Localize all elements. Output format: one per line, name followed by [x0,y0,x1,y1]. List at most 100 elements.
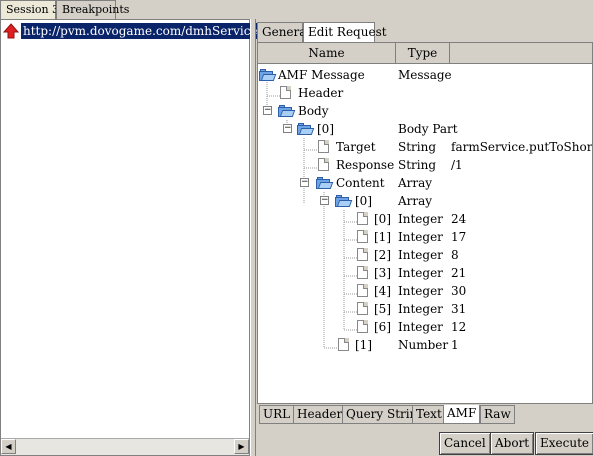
folder-icon [278,105,296,117]
row-value: 1 [451,338,459,352]
row-name: [4] [374,284,391,298]
pane-splitter[interactable] [250,19,256,456]
document-icon [357,284,368,297]
row-name: Header [298,86,344,100]
row-value: 24 [451,212,467,226]
row-name: [1] [355,338,372,352]
document-icon [357,212,368,225]
tab-label: URL [263,407,291,421]
row-name: [5] [374,302,391,316]
tree-row[interactable]: [1] Integer 17 [258,228,592,246]
row-type: Integer [398,212,443,226]
row-name: [3] [374,266,391,280]
tab-label: Text [416,407,442,421]
tab-breakpoints[interactable]: Breakpoints [56,0,129,19]
row-value: 12 [451,320,467,334]
tab-session-3[interactable]: Session 3 * [0,0,68,19]
row-type: Integer [398,266,443,280]
row-type: Number [398,338,449,352]
tree-row[interactable]: [2] Integer 8 [258,246,592,264]
left-arrow-icon[interactable]: ◀ [1,439,16,454]
cancel-button[interactable]: Cancel [439,432,491,455]
button-label: Cancel [444,436,486,450]
row-value: 21 [451,266,467,280]
tree-row[interactable]: [3] Integer 21 [258,264,592,282]
folder-icon [297,123,315,135]
tab-label: Headers [297,407,349,421]
column-header-label: Type [407,46,438,60]
collapse-icon[interactable]: − [300,178,309,187]
row-name: Response [336,158,395,172]
column-header-label: Name [308,46,345,60]
abort-button[interactable]: Abort [490,432,535,455]
document-icon [357,320,368,333]
tree-row[interactable]: − [0] Body Part [258,120,592,138]
collapse-icon[interactable]: − [263,106,272,115]
row-type: Integer [398,230,443,244]
tree-row[interactable]: [6] Integer 12 [258,318,592,336]
row-type: String [398,158,437,172]
row-type: Array [398,176,433,190]
row-name: [6] [374,320,391,334]
row-value: 31 [451,302,467,316]
execute-button[interactable]: Execute [535,432,593,455]
row-value: farmService.putToShortcutBar [451,140,593,154]
tab-amf[interactable]: AMF [443,405,481,424]
row-type: Integer [398,284,443,298]
row-name: [1] [374,230,391,244]
up-arrow-icon [3,23,19,39]
tree-row[interactable]: Header [258,84,592,102]
tree-row[interactable]: AMF Message Message [258,66,592,84]
tab-general[interactable]: General [257,22,310,42]
document-icon [318,140,329,153]
button-label: Abort [495,436,530,450]
row-value: /1 [451,158,463,172]
row-name: [0] [374,212,391,226]
document-icon [357,302,368,315]
right-arrow-icon[interactable]: ▶ [234,439,249,454]
collapse-icon[interactable]: − [283,124,292,133]
row-name: AMF Message [278,68,365,82]
button-label: Execute [540,436,590,450]
row-type: Body Part [398,122,458,136]
tree-row[interactable]: Target String farmService.putToShortcutB… [258,138,593,156]
tree-row[interactable]: [5] Integer 31 [258,300,592,318]
column-header-value[interactable] [450,43,592,64]
session-list[interactable]: http://pvm.dovogame.com/dmhService/messa… [0,19,324,456]
horizontal-scrollbar[interactable]: ◀ ▶ [1,438,249,455]
tab-label: Edit Request [308,25,387,39]
row-type: String [398,140,437,154]
row-name: Content [336,176,385,190]
row-name: Target [336,140,376,154]
folder-icon [316,177,334,189]
tree-row[interactable]: [0] Integer 24 [258,210,592,228]
row-type: Array [398,194,433,208]
tree-row[interactable]: − [0] Array [258,192,592,210]
column-header-name[interactable]: Name [258,43,396,64]
row-name: [0] [355,194,372,208]
row-type: Message [398,68,452,82]
column-header-type[interactable]: Type [396,43,450,64]
document-icon [357,248,368,261]
row-type: Integer [398,320,443,334]
tree-row[interactable]: [1] Number 1 [258,336,592,354]
tab-text[interactable]: Text [412,405,446,424]
tab-url[interactable]: URL [259,405,295,424]
tree-row[interactable]: [4] Integer 30 [258,282,592,300]
folder-icon [259,69,277,81]
amf-tree-grid[interactable]: Name Type AMF Message Message Header − B… [257,42,593,404]
tree-row[interactable]: − Body [258,102,592,120]
document-icon [357,266,368,279]
tree-row[interactable]: Response String /1 [258,156,592,174]
tab-raw[interactable]: Raw [480,405,515,424]
tab-edit-request[interactable]: Edit Request [303,22,387,42]
document-icon [338,338,349,351]
document-icon [357,230,368,243]
tab-label: AMF [447,406,477,420]
row-value: 8 [451,248,459,262]
tree-row[interactable]: − Content Array [258,174,592,192]
row-name: [2] [374,248,391,262]
row-value: 30 [451,284,467,298]
document-icon [318,158,329,171]
collapse-icon[interactable]: − [320,196,329,205]
